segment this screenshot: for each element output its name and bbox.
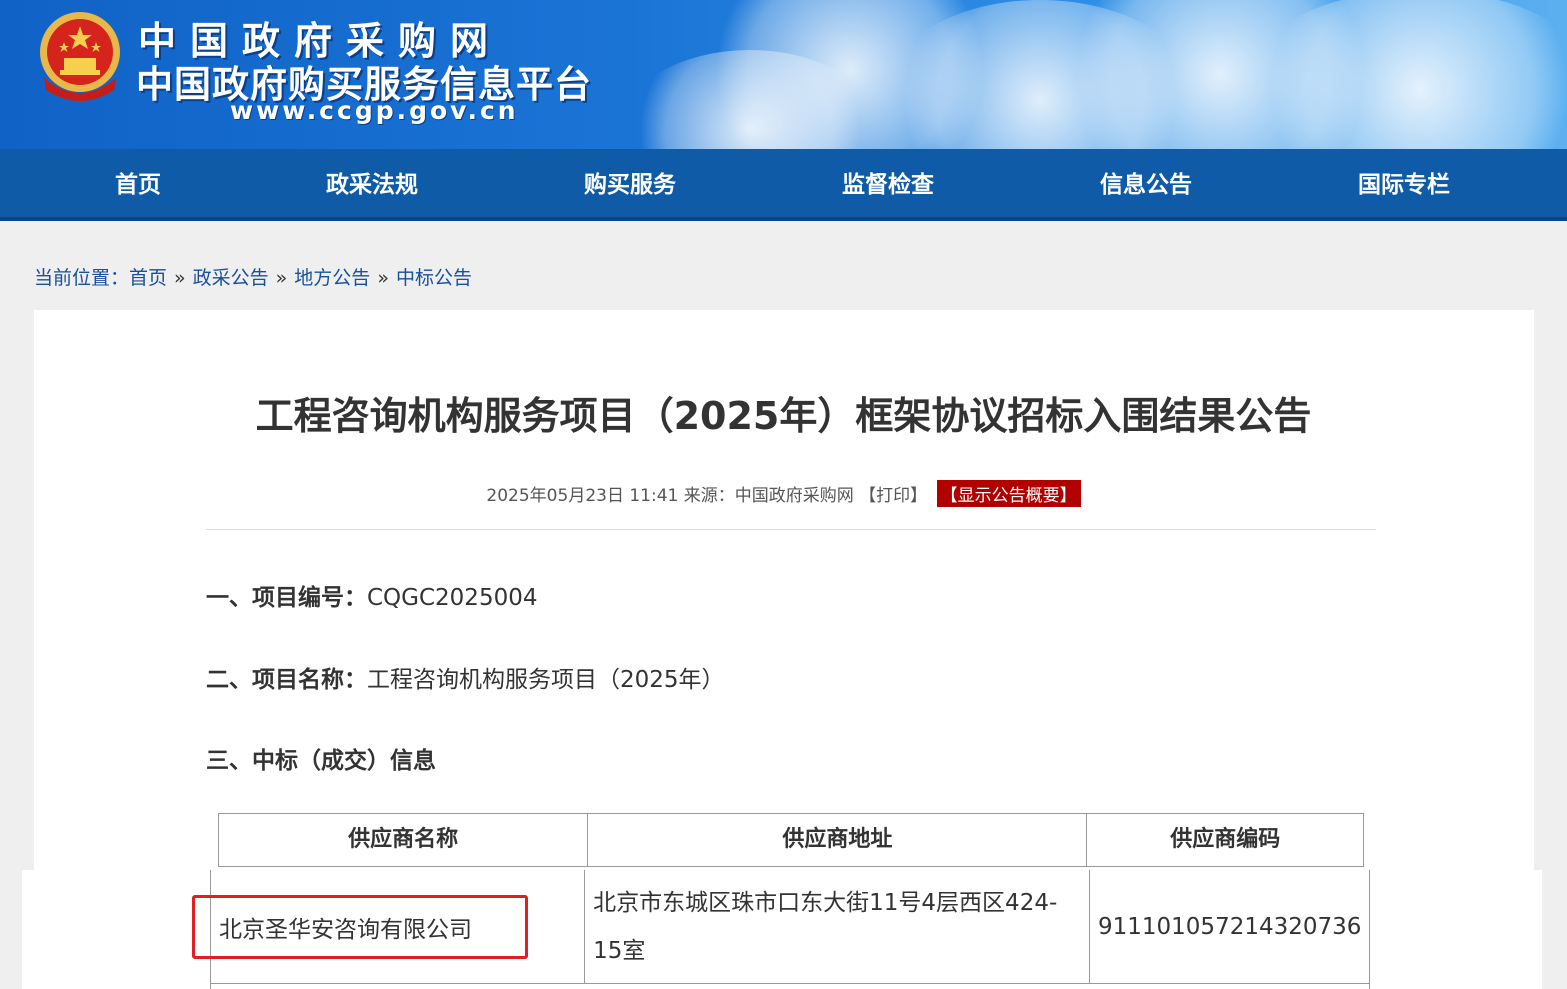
award-info-heading: 三、中标（成交）信息 xyxy=(206,741,436,775)
breadcrumb-prefix: 当前位置： xyxy=(34,267,130,289)
meta-divider xyxy=(206,529,1376,530)
article-meta: 2025年05月23日 11:41 来源：中国政府采购网 【打印】 【显示公告概… xyxy=(0,480,1567,507)
supplier-table-header: 供应商名称 供应商地址 供应商编码 xyxy=(218,813,1364,867)
nav-item-international[interactable]: 国际专栏 xyxy=(1324,149,1484,221)
column-header-supplier-code: 供应商编码 xyxy=(1170,827,1281,852)
highlight-annotation-box xyxy=(192,895,528,959)
cloud-decoration xyxy=(1240,0,1567,149)
column-header-supplier-address: 供应商地址 xyxy=(588,814,1088,866)
project-name: 二、项目名称：工程咨询机构服务项目（2025年） xyxy=(206,660,725,694)
project-name-label: 二、项目名称： xyxy=(206,667,367,693)
nav-item-announcements[interactable]: 信息公告 xyxy=(1066,149,1226,221)
article-title: 工程咨询机构服务项目（2025年）框架协议招标入围结果公告 xyxy=(255,394,1312,438)
column-header-supplier-name: 供应商名称 xyxy=(219,814,589,866)
breadcrumb-separator: » xyxy=(174,267,186,289)
table-row-bottom-border xyxy=(210,983,1370,984)
project-number-label: 一、项目编号： xyxy=(206,585,367,611)
nav-item-supervision[interactable]: 监督检查 xyxy=(808,149,968,221)
article-datetime: 2025年05月23日 11:41 xyxy=(486,486,679,506)
project-number: 一、项目编号：CQGC2025004 xyxy=(206,578,537,612)
breadcrumb: 当前位置：首页 » 政采公告 » 地方公告 » 中标公告 xyxy=(34,263,472,290)
supplier-address-cell: 北京市东城区珠市口东大街11号4层西区424-15室 xyxy=(585,870,1090,984)
award-info-label: 三、中标（成交）信息 xyxy=(206,748,436,774)
national-emblem-icon[interactable] xyxy=(34,8,126,104)
breadcrumb-separator: » xyxy=(377,267,389,289)
breadcrumb-announcements[interactable]: 政采公告 xyxy=(193,267,269,289)
breadcrumb-home[interactable]: 首页 xyxy=(129,267,167,289)
show-summary-button[interactable]: 【显示公告概要】 xyxy=(936,480,1081,507)
breadcrumb-local[interactable]: 地方公告 xyxy=(294,267,370,289)
nav-item-regulations[interactable]: 政采法规 xyxy=(292,149,452,221)
nav-item-purchase-services[interactable]: 购买服务 xyxy=(550,149,710,221)
article-source: 来源：中国政府采购网 xyxy=(683,486,854,506)
project-name-value: 工程咨询机构服务项目（2025年） xyxy=(367,667,725,693)
nav-item-home[interactable]: 首页 xyxy=(58,149,218,221)
project-number-value: CQGC2025004 xyxy=(367,585,538,611)
site-url: www.ccgp.gov.cn xyxy=(230,96,519,125)
breadcrumb-separator: » xyxy=(275,267,288,289)
breadcrumb-award[interactable]: 中标公告 xyxy=(396,267,472,289)
main-nav: 首页 政采法规 购买服务 监督检查 信息公告 国际专栏 xyxy=(0,149,1567,221)
supplier-code-cell: 911101057214320736 xyxy=(1098,914,1362,940)
print-link[interactable]: 【打印】 xyxy=(859,486,927,506)
site-header-banner: 中国政府采购网 中国政府购买服务信息平台 www.ccgp.gov.cn xyxy=(0,0,1567,149)
